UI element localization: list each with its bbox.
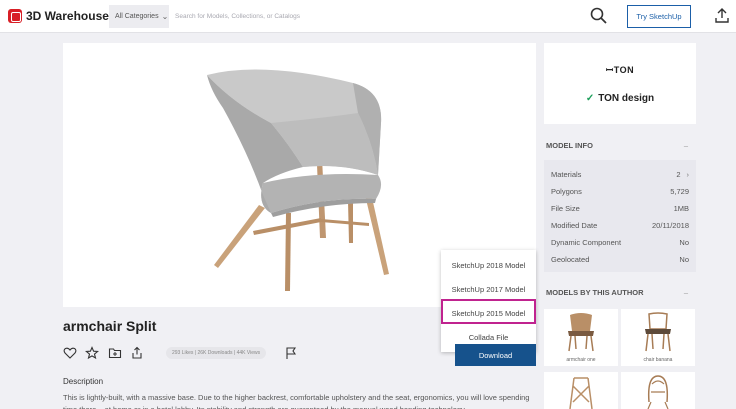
logo[interactable]: 3D Warehouse	[8, 9, 109, 23]
collapse-icon[interactable]: –	[684, 288, 688, 297]
info-label: Dynamic Component	[551, 238, 622, 247]
description-text: This is lightly-built, with a massive ba…	[63, 393, 530, 409]
author-models-title: MODELS BY THIS AUTHOR	[546, 287, 644, 297]
star-icon[interactable]	[85, 346, 99, 360]
info-label: Geolocated	[551, 255, 590, 264]
search-input[interactable]	[169, 5, 579, 28]
chair-thumbnail-image	[569, 377, 593, 409]
info-value: No	[679, 238, 689, 247]
info-row-materials[interactable]: Materials 2 ›	[551, 170, 689, 179]
author-name[interactable]: ✓ TON design	[544, 93, 696, 104]
thumbnail-caption: chair banana	[643, 357, 673, 363]
flag-icon[interactable]	[284, 346, 298, 360]
info-value: No	[679, 255, 689, 264]
info-value: 20/11/2018	[652, 221, 689, 230]
warehouse-logo-icon	[8, 9, 22, 23]
author-logo-text: TON	[613, 65, 635, 75]
info-row-modified-date: Modified Date 20/11/2018	[551, 221, 689, 230]
author-card[interactable]: ꟷTON ✓ TON design	[544, 43, 696, 124]
author-model-thumbnail[interactable]	[544, 372, 618, 409]
share-icon[interactable]	[130, 346, 144, 360]
search-icon[interactable]	[589, 6, 609, 26]
info-row-polygons: Polygons 5,729	[551, 187, 689, 196]
armchair-thumbnail-image	[568, 313, 594, 352]
author-models-heading[interactable]: MODELS BY THIS AUTHOR –	[544, 279, 696, 305]
author-logo: ꟷTON	[544, 63, 696, 76]
download-menu: SketchUp 2018 Model SketchUp 2017 Model …	[441, 250, 536, 352]
info-row-dynamic-component: Dynamic Component No	[551, 238, 689, 247]
author-name-text: TON design	[598, 93, 655, 104]
info-row-geolocated: Geolocated No	[551, 255, 689, 264]
heart-icon[interactable]	[63, 346, 77, 360]
chair-model-image	[207, 69, 389, 291]
model-title: armchair Split	[63, 318, 157, 334]
verified-check-icon: ✓	[585, 93, 595, 104]
bentwood-chair-thumbnail-image	[647, 375, 669, 409]
info-value: 1MB	[673, 204, 689, 213]
author-model-thumbnail[interactable]	[621, 372, 695, 409]
info-label: File Size	[551, 204, 580, 213]
model-stats: 293 Likes | 26K Downloads | 44K Views	[166, 347, 267, 359]
info-label: Polygons	[551, 187, 582, 196]
chair-banana-thumbnail-image	[645, 312, 671, 352]
download-button[interactable]: Download	[455, 344, 536, 366]
menu-item-sketchup-2017[interactable]: SketchUp 2017 Model	[441, 277, 536, 301]
author-model-thumbnail[interactable]: armchair one	[544, 309, 618, 366]
author-model-thumbnail[interactable]: chair banana	[621, 309, 695, 366]
collapse-icon[interactable]: –	[684, 141, 688, 150]
info-label: Modified Date	[551, 221, 598, 230]
menu-item-sketchup-2015[interactable]: SketchUp 2015 Model	[441, 301, 536, 325]
info-row-file-size: File Size 1MB	[551, 204, 689, 213]
logo-text: 3D Warehouse	[26, 9, 109, 23]
folder-add-icon[interactable]	[108, 346, 122, 360]
category-dropdown[interactable]: All Categories ⌄	[109, 5, 169, 28]
info-label: Materials	[551, 170, 582, 179]
upload-icon[interactable]	[713, 7, 731, 25]
model-info-panel: Materials 2 › Polygons 5,729 File Size 1M…	[544, 160, 696, 272]
chevron-right-icon: ›	[686, 170, 690, 179]
description-heading: Description	[63, 377, 104, 386]
menu-item-sketchup-2018[interactable]: SketchUp 2018 Model	[441, 253, 536, 277]
top-header: 3D Warehouse All Categories ⌄ Try Sketch…	[0, 0, 736, 33]
model-info-heading[interactable]: MODEL INFO –	[544, 132, 696, 158]
info-value: 5,729	[670, 187, 689, 196]
chevron-down-icon: ⌄	[161, 12, 169, 21]
chair-icon: ꟷ	[605, 65, 614, 75]
category-label: All Categories	[115, 13, 159, 20]
info-value: 2	[676, 170, 681, 179]
thumbnail-caption: armchair one	[566, 357, 596, 363]
try-sketchup-button[interactable]: Try SketchUp	[627, 5, 691, 28]
model-info-title: MODEL INFO	[546, 140, 593, 150]
